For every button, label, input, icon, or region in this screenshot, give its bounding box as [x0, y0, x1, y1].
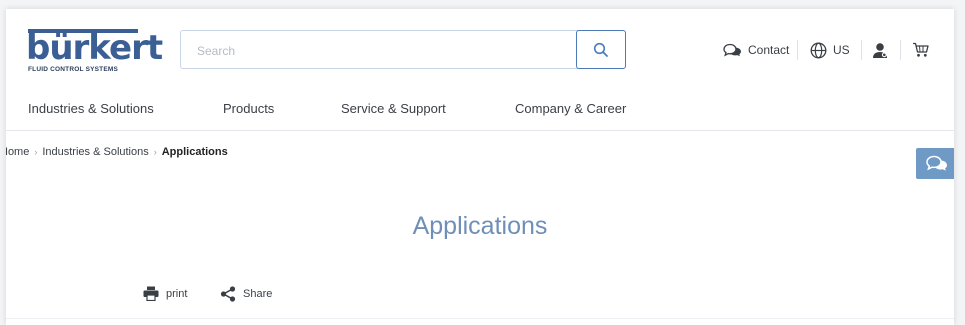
nav-industries-solutions[interactable]: Industries & Solutions [28, 101, 154, 116]
logo-wordmark: bürkert [26, 28, 163, 68]
logo-tagline: FLUID CONTROL SYSTEMS [28, 66, 119, 73]
chat-icon [926, 155, 947, 171]
breadcrumb: Home › Industries & Solutions › Applications [6, 146, 228, 158]
print-button[interactable]: print [143, 286, 187, 301]
search-icon [593, 42, 608, 57]
cart-icon [913, 42, 929, 57]
search-button[interactable] [576, 30, 626, 69]
search-box [180, 30, 626, 70]
breadcrumb-current: Applications [161, 146, 228, 158]
share-button[interactable]: Share [220, 286, 272, 302]
content-divider [6, 318, 954, 319]
nav-divider [6, 130, 954, 131]
nav-service-support[interactable]: Service & Support [341, 101, 446, 116]
breadcrumb-home[interactable]: Home [6, 146, 29, 158]
print-label: print [166, 287, 188, 300]
contact-label: Contact [748, 43, 790, 57]
utility-divider [861, 40, 862, 60]
burkert-logo[interactable]: bürkert FLUID CONTROL SYSTEMS [26, 29, 163, 81]
breadcrumb-industries-solutions[interactable]: Industries & Solutions [42, 146, 148, 158]
share-label: Share [243, 288, 273, 300]
search-input[interactable] [181, 31, 595, 70]
page: bürkert FLUID CONTROL SYSTEMS Contact US [6, 9, 954, 325]
breadcrumb-separator: › [34, 147, 38, 157]
share-icon [220, 286, 236, 302]
chat-widget-button[interactable] [916, 148, 954, 179]
utility-divider [797, 40, 798, 60]
region-label: US [833, 43, 850, 57]
globe-icon [810, 42, 827, 58]
utility-divider [900, 40, 901, 60]
chat-icon [723, 43, 741, 57]
nav-products[interactable]: Products [223, 101, 274, 116]
region-selector[interactable]: US [810, 39, 850, 61]
nav-company-career[interactable]: Company & Career [515, 101, 626, 116]
breadcrumb-separator: › [153, 147, 157, 157]
user-icon [873, 42, 887, 58]
page-title: Applications [412, 212, 548, 240]
cart-button[interactable] [912, 39, 929, 61]
contact-link[interactable]: Contact [723, 39, 789, 61]
printer-icon [143, 286, 159, 301]
account-button[interactable] [872, 39, 888, 61]
